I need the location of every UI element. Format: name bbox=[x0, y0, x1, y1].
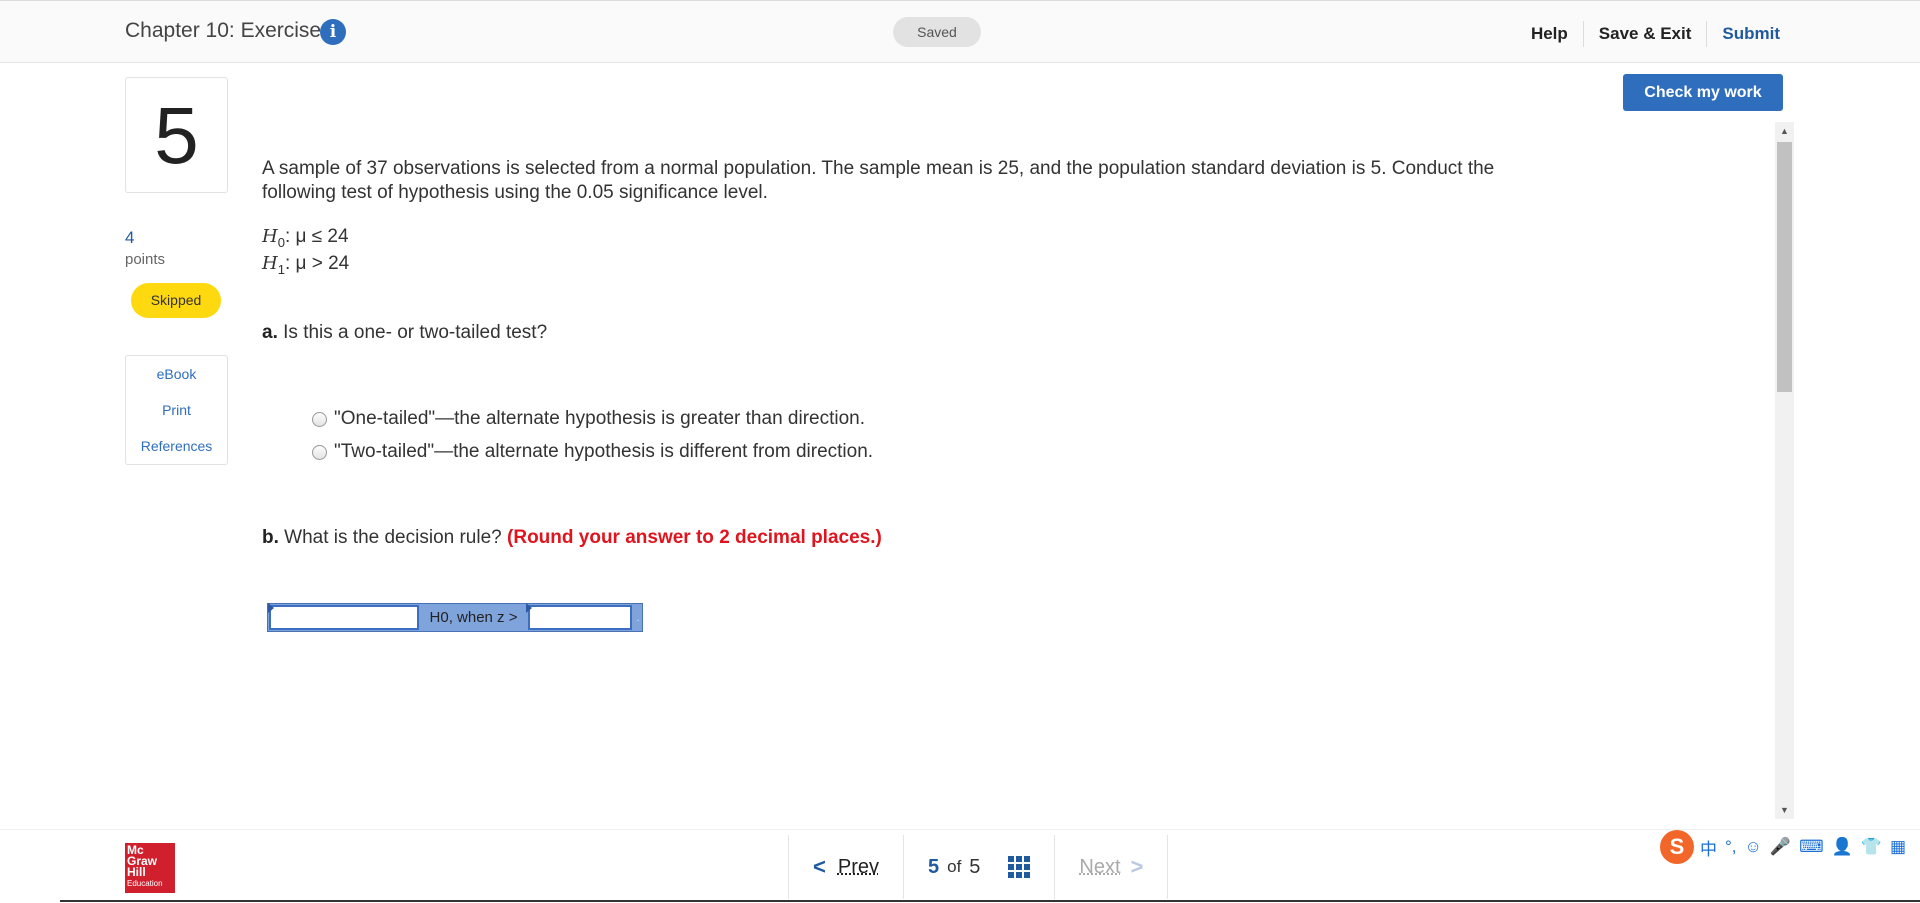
print-link[interactable]: Print bbox=[126, 392, 227, 428]
input-marker-icon bbox=[526, 603, 532, 613]
user-icon[interactable]: 👤 bbox=[1832, 837, 1853, 857]
h0-statement: : μ ≤ 24 bbox=[284, 226, 349, 247]
question-text: A sample of 37 observations is selected … bbox=[262, 158, 1495, 203]
total-questions: 5 bbox=[969, 855, 981, 878]
h0-symbol: H bbox=[262, 226, 278, 247]
h1-statement: : μ > 24 bbox=[284, 253, 350, 274]
top-nav: Help Save & Exit Submit bbox=[1516, 19, 1780, 49]
part-b-letter: b. bbox=[262, 527, 279, 548]
part-b-prompt: b. What is the decision rule? (Round you… bbox=[262, 527, 882, 549]
chevron-left-icon: < bbox=[813, 854, 826, 879]
punctuation-icon[interactable]: °, bbox=[1725, 837, 1737, 857]
option-one-tailed[interactable]: "One-tailed"—the alternate hypothesis is… bbox=[312, 408, 865, 430]
footer: Mc Graw Hill Education < Prev 5 of 5 Nex… bbox=[0, 829, 1920, 903]
prev-button[interactable]: < Prev bbox=[789, 835, 904, 899]
skin-icon[interactable]: 👕 bbox=[1861, 837, 1882, 857]
scrollbar[interactable]: ▲ ▼ bbox=[1775, 122, 1794, 819]
prev-label: Prev bbox=[837, 855, 879, 878]
radio-two-tailed[interactable] bbox=[312, 444, 327, 460]
dropdown-marker-icon bbox=[268, 603, 274, 613]
sogou-logo-icon[interactable]: S bbox=[1660, 830, 1694, 864]
mcgraw-hill-logo: Mc Graw Hill Education bbox=[125, 843, 175, 893]
radio-one-tailed[interactable] bbox=[312, 411, 327, 427]
of-label: of bbox=[947, 857, 962, 876]
option-two-tailed[interactable]: "Two-tailed"—the alternate hypothesis is… bbox=[312, 441, 873, 463]
points-value: 4 bbox=[125, 228, 135, 247]
decision-rule-row: H0, when z > . bbox=[267, 603, 643, 632]
references-link[interactable]: References bbox=[126, 428, 227, 464]
page-title: Chapter 10: Exercises bbox=[125, 19, 332, 42]
alternate-hypothesis: H1: μ > 24 bbox=[262, 253, 349, 277]
decision-dropdown-field[interactable] bbox=[269, 605, 419, 630]
option-one-tailed-label: "One-tailed"—the alternate hypothesis is… bbox=[334, 408, 866, 429]
part-a-text: Is this a one- or two-tailed test? bbox=[283, 322, 548, 343]
divider bbox=[60, 900, 1920, 902]
next-label: Next bbox=[1079, 855, 1121, 878]
scroll-down-arrow-icon[interactable]: ▼ bbox=[1775, 801, 1794, 819]
top-bar: Chapter 10: Exercises i Saved Help Save … bbox=[0, 0, 1920, 63]
part-a-prompt: a. Is this a one- or two-tailed test? bbox=[262, 322, 547, 344]
help-link[interactable]: Help bbox=[1516, 19, 1583, 49]
question-grid-icon[interactable] bbox=[1008, 856, 1031, 878]
info-icon[interactable]: i bbox=[320, 19, 346, 45]
ime-toolbar: S 中 °, ☺ 🎤 ⌨ 👤 👕 ▦ bbox=[1660, 827, 1920, 867]
null-hypothesis: H0: μ ≤ 24 bbox=[262, 226, 349, 250]
submit-link[interactable]: Submit bbox=[1707, 19, 1780, 49]
critical-value-input[interactable] bbox=[528, 605, 632, 630]
apps-grid-icon[interactable]: ▦ bbox=[1890, 837, 1906, 857]
option-two-tailed-label: "Two-tailed"—the alternate hypothesis is… bbox=[334, 441, 874, 462]
chinese-mode-icon[interactable]: 中 bbox=[1700, 835, 1717, 860]
scroll-thumb[interactable] bbox=[1777, 142, 1792, 392]
h1-symbol: H bbox=[262, 253, 278, 274]
save-exit-link[interactable]: Save & Exit bbox=[1584, 19, 1707, 49]
emoji-icon[interactable]: ☺ bbox=[1745, 837, 1762, 857]
resources-panel: eBook Print References bbox=[125, 355, 228, 465]
part-b-hint: (Round your answer to 2 decimal places.) bbox=[507, 527, 882, 548]
question-number: 5 bbox=[125, 77, 228, 193]
next-button[interactable]: Next > bbox=[1055, 835, 1169, 899]
current-question: 5 bbox=[927, 855, 940, 878]
microphone-icon[interactable]: 🎤 bbox=[1770, 837, 1791, 857]
decision-rule-text: H0, when z > bbox=[429, 609, 518, 626]
question-counter: 5 of 5 bbox=[904, 835, 1056, 899]
question-pager: < Prev 5 of 5 Next > bbox=[788, 835, 1169, 899]
h1-subscript: 1 bbox=[277, 261, 285, 277]
check-my-work-button[interactable]: Check my work bbox=[1623, 74, 1783, 111]
part-b-text: What is the decision rule? bbox=[284, 527, 502, 548]
decision-rule-end: . bbox=[636, 613, 640, 624]
ebook-link[interactable]: eBook bbox=[126, 356, 227, 392]
saved-status-badge: Saved bbox=[893, 17, 981, 47]
skipped-status-badge: Skipped bbox=[131, 283, 221, 318]
part-a-letter: a. bbox=[262, 322, 278, 343]
points-label: points bbox=[125, 251, 166, 268]
chevron-right-icon: > bbox=[1130, 854, 1144, 879]
scroll-up-arrow-icon[interactable]: ▲ bbox=[1775, 122, 1794, 140]
h0-subscript: 0 bbox=[277, 234, 285, 250]
keyboard-icon[interactable]: ⌨ bbox=[1799, 837, 1824, 857]
